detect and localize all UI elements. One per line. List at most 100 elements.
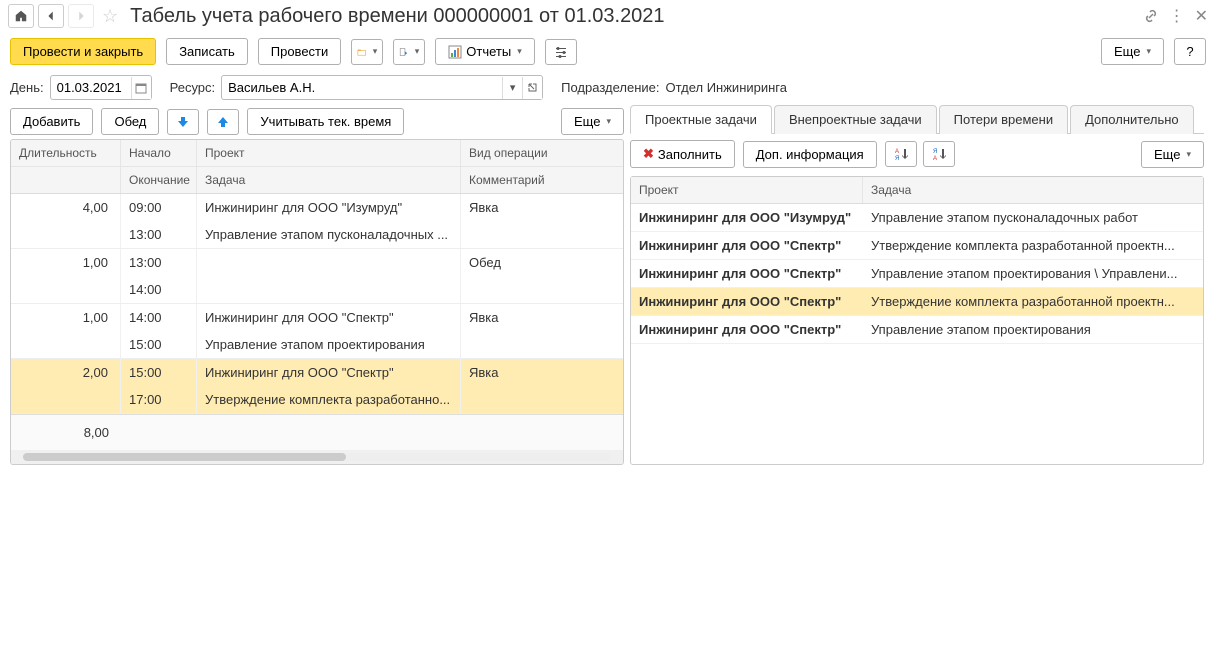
tab-project-tasks[interactable]: Проектные задачи	[630, 105, 772, 134]
header-project[interactable]: Проект	[197, 140, 461, 166]
resource-dropdown-button[interactable]: ▾	[502, 77, 522, 99]
cell-task: Управление этапом проектирования	[197, 331, 461, 358]
favorite-star-icon[interactable]: ☆	[102, 6, 118, 27]
header-operation[interactable]: Вид операции	[461, 140, 619, 166]
lunch-button[interactable]: Обед	[101, 108, 159, 135]
cell-task: Управление этапом проектирования \ Управ…	[863, 260, 1203, 287]
fill-x-icon: ✖	[643, 146, 654, 162]
cell-empty	[11, 331, 121, 358]
table-row[interactable]: 1,0013:00Обед14:00	[11, 249, 623, 304]
resource-open-button[interactable]	[522, 77, 542, 99]
horizontal-scrollbar[interactable]	[11, 450, 623, 464]
forward-button[interactable]	[68, 4, 94, 28]
header-duration-spacer	[11, 167, 121, 193]
grid-header: Длительность Начало Проект Вид операции …	[11, 140, 623, 194]
svg-text:Я: Я	[933, 149, 937, 155]
sort-asc-button[interactable]: АЯ	[885, 141, 917, 167]
folder-icon	[357, 45, 366, 59]
cell-end: 17:00	[121, 386, 197, 413]
left-more-button[interactable]: Еще▾	[561, 108, 624, 135]
tasks-grid: Проект Задача Инжиниринг для ООО "Изумру…	[630, 176, 1204, 465]
grid-body[interactable]: 4,0009:00Инжиниринг для ООО "Изумруд"Явк…	[11, 194, 623, 414]
more-button[interactable]: Еще▾	[1101, 38, 1164, 65]
cell-task	[197, 276, 461, 303]
back-button[interactable]	[38, 4, 64, 28]
header-duration[interactable]: Длительность	[11, 140, 121, 166]
cell-duration: 2,00	[11, 359, 121, 386]
fill-button[interactable]: ✖ Заполнить	[630, 140, 735, 168]
calendar-button[interactable]	[131, 77, 151, 99]
arrow-right-icon	[74, 9, 88, 23]
cell-project: Инжиниринг для ООО "Спектр"	[631, 232, 863, 259]
cell-comment	[461, 276, 619, 303]
header-start[interactable]: Начало	[121, 140, 197, 166]
add-button[interactable]: Добавить	[10, 108, 93, 135]
scrollbar-thumb[interactable]	[23, 453, 346, 461]
home-button[interactable]	[8, 4, 34, 28]
home-icon	[14, 9, 28, 23]
table-row[interactable]: 2,0015:00Инжиниринг для ООО "Спектр"Явка…	[11, 359, 623, 414]
post-button[interactable]: Провести	[258, 38, 342, 65]
tasks-grid-header: Проект Задача	[631, 177, 1203, 204]
track-time-button[interactable]: Учитывать тек. время	[247, 108, 404, 135]
cell-project: Инжиниринг для ООО "Спектр"	[197, 304, 461, 331]
day-input-wrap	[50, 75, 152, 100]
cell-start: 15:00	[121, 359, 197, 386]
link-icon[interactable]	[1143, 8, 1159, 24]
more-menu-icon[interactable]: ⋮	[1169, 6, 1185, 26]
tab-additional[interactable]: Дополнительно	[1070, 105, 1194, 134]
post-and-close-button[interactable]: Провести и закрыть	[10, 38, 156, 65]
cell-comment	[461, 221, 619, 248]
left-toolbar: Добавить Обед Учитывать тек. время Еще▾	[10, 104, 624, 139]
cell-task: Управление этапом проектирования	[863, 316, 1203, 343]
task-row[interactable]: Инжиниринг для ООО "Спектр"Управление эт…	[631, 316, 1203, 344]
tab-time-loss[interactable]: Потери времени	[939, 105, 1068, 134]
resource-label: Ресурс:	[170, 80, 216, 95]
cell-empty	[11, 386, 121, 413]
task-row[interactable]: Инжиниринг для ООО "Спектр"Управление эт…	[631, 260, 1203, 288]
additional-info-button[interactable]: Доп. информация	[743, 141, 877, 168]
arrow-left-icon	[44, 9, 58, 23]
main-toolbar: Провести и закрыть Записать Провести ▾ ▾…	[0, 32, 1216, 71]
rheader-task[interactable]: Задача	[863, 177, 1203, 203]
day-input[interactable]	[51, 76, 131, 99]
task-row[interactable]: Инжиниринг для ООО "Изумруд"Управление э…	[631, 204, 1203, 232]
header-end[interactable]: Окончание	[121, 167, 197, 193]
cell-end: 14:00	[121, 276, 197, 303]
rheader-project[interactable]: Проект	[631, 177, 863, 203]
cell-task: Утверждение комплекта разработанной прое…	[863, 288, 1203, 315]
create-based-on-button[interactable]: ▾	[393, 39, 425, 65]
header-comment[interactable]: Комментарий	[461, 167, 619, 193]
table-row[interactable]: 1,0014:00Инжиниринг для ООО "Спектр"Явка…	[11, 304, 623, 359]
cell-task: Управление этапом пусконаладочных ...	[197, 221, 461, 248]
dept-label: Подразделение:	[561, 80, 659, 95]
cell-project: Инжиниринг для ООО "Спектр"	[631, 260, 863, 287]
settings-button[interactable]	[545, 39, 577, 65]
close-icon[interactable]: ✕	[1195, 6, 1208, 26]
tab-nonproject-tasks[interactable]: Внепроектные задачи	[774, 105, 937, 134]
right-more-button[interactable]: Еще▾	[1141, 141, 1204, 168]
task-row[interactable]: Инжиниринг для ООО "Спектр"Утверждение к…	[631, 232, 1203, 260]
cell-project: Инжиниринг для ООО "Изумруд"	[197, 194, 461, 221]
task-row[interactable]: Инжиниринг для ООО "Спектр"Утверждение к…	[631, 288, 1203, 316]
help-button[interactable]: ?	[1174, 38, 1206, 65]
arrow-down-icon	[176, 115, 190, 129]
sort-asc-icon: АЯ	[894, 147, 908, 161]
svg-text:Я: Я	[895, 156, 899, 161]
resource-input[interactable]	[222, 76, 502, 99]
save-button[interactable]: Записать	[166, 38, 248, 65]
sort-desc-button[interactable]: ЯА	[923, 141, 955, 167]
reports-button[interactable]: Отчеты▾	[435, 38, 534, 65]
day-label: День:	[10, 80, 44, 95]
tasks-grid-body[interactable]: Инжиниринг для ООО "Изумруд"Управление э…	[631, 204, 1203, 464]
header-task[interactable]: Задача	[197, 167, 461, 193]
cell-empty	[11, 276, 121, 303]
cell-start: 09:00	[121, 194, 197, 221]
cell-start: 14:00	[121, 304, 197, 331]
move-down-button[interactable]	[167, 109, 199, 135]
move-up-button[interactable]	[207, 109, 239, 135]
cell-task: Утверждение комплекта разработанной прое…	[863, 232, 1203, 259]
cell-end: 15:00	[121, 331, 197, 358]
structure-button[interactable]: ▾	[351, 39, 383, 65]
table-row[interactable]: 4,0009:00Инжиниринг для ООО "Изумруд"Явк…	[11, 194, 623, 249]
